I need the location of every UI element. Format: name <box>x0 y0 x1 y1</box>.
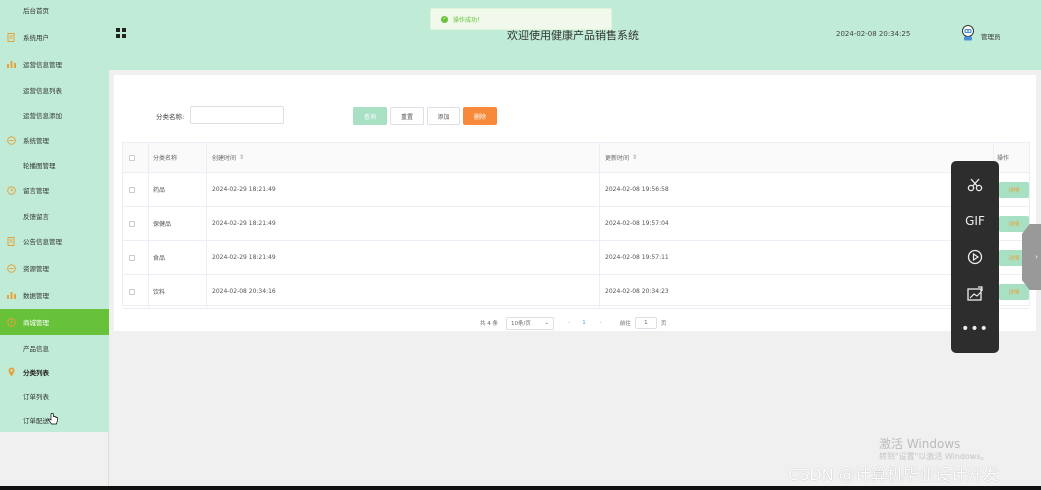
delete-button[interactable]: 删除 <box>463 107 497 125</box>
sidebar-item-operations-list[interactable]: 运营信息列表 <box>0 78 109 102</box>
cell-name: 饮料 <box>153 289 166 296</box>
category-table: 分类名称 创建时间 ⇕ 更新时间 ⇕ 操作 药品 2024-02-29 18:21:… <box>122 142 1030 309</box>
sidebar-item-carousel[interactable]: 轮播图管理 <box>0 153 109 177</box>
gif-icon[interactable]: GIF <box>951 203 999 239</box>
table-row: 食品 2024-02-29 18:21:49 2024-02-08 19:57:… <box>123 241 1029 275</box>
avatar[interactable] <box>961 25 975 41</box>
goto-label: 前往 <box>619 321 631 327</box>
sidebar-item-system-management[interactable]: 系统管理 <box>0 128 109 152</box>
goto-suffix: 页 <box>660 321 667 327</box>
cell-name: 保健品 <box>153 221 172 228</box>
search-label: 分类名称: <box>156 113 185 121</box>
sidebar-item-feedback[interactable]: 反馈留言 <box>0 204 109 228</box>
doc-icon <box>6 236 16 246</box>
row-checkbox[interactable] <box>129 275 135 308</box>
cell-updated: 2024-02-08 19:56:58 <box>605 186 669 193</box>
clock-icon <box>6 185 16 195</box>
sidebar-footer <box>0 432 109 486</box>
reset-button[interactable]: 重置 <box>390 107 424 125</box>
row-checkbox[interactable] <box>129 173 135 206</box>
check-icon: ✓ <box>441 15 448 23</box>
floating-toolbar: GIF ••• <box>951 161 999 353</box>
clock-icon <box>6 317 16 327</box>
detail-button[interactable]: 详情 <box>999 181 1029 198</box>
detail-button[interactable]: 详情 <box>999 215 1029 232</box>
hand-cursor-icon <box>48 413 58 427</box>
scissors-icon[interactable] <box>951 167 999 203</box>
sort-icon: ⇕ <box>239 154 245 161</box>
main-area: 分类名称: 查询 重置 添加 删除 分类名称 创建时间 ⇕ 更新时间 ⇕ 操作 药品 <box>109 70 1041 336</box>
success-toast: ✓ 操作成功！ <box>430 8 612 30</box>
pagination-total: 共 4 条 <box>480 321 498 327</box>
chat-icon <box>6 263 16 273</box>
goto-page-input[interactable]: 1 <box>634 317 657 329</box>
sidebar-item-system-users[interactable]: 系统用户 <box>0 25 109 49</box>
table-row: 保健品 2024-02-29 18:21:49 2024-02-08 19:57… <box>123 207 1029 241</box>
table-row: 饮料 2024-02-08 20:34:16 2024-02-08 20:34:… <box>123 275 1029 309</box>
cell-created: 2024-02-29 18:21:49 <box>212 220 276 227</box>
cell-updated: 2024-02-08 20:34:23 <box>605 288 669 295</box>
bottom-bar <box>0 486 1041 490</box>
col-header-updated[interactable]: 更新时间 ⇕ <box>605 143 637 172</box>
detail-button[interactable]: 详情 <box>999 283 1029 300</box>
cell-created: 2024-02-29 18:21:49 <box>212 254 276 261</box>
sidebar-item-home[interactable]: 后台首页 <box>0 0 109 22</box>
prev-page-icon[interactable]: ‹ <box>568 320 570 326</box>
sidebar-item-resources[interactable]: 资源管理 <box>0 256 109 280</box>
cell-updated: 2024-02-08 19:57:11 <box>605 254 669 261</box>
sidebar-item-mall[interactable]: 商城管理 <box>0 309 109 335</box>
more-icon[interactable]: ••• <box>951 311 999 347</box>
menu-grid-icon[interactable] <box>116 28 126 38</box>
sidebar-item-messages[interactable]: 留言管理 <box>0 178 109 202</box>
chart-icon <box>6 290 16 300</box>
admin-name[interactable]: 管理员 <box>981 31 1001 41</box>
content-panel: 分类名称: 查询 重置 添加 删除 分类名称 创建时间 ⇕ 更新时间 ⇕ 操作 药品 <box>114 75 1036 331</box>
sidebar: 后台首页 系统用户 运营信息管理 运营信息列表 运营信息添加 系统管理 轮播图管… <box>0 0 109 432</box>
image-icon[interactable] <box>951 275 999 311</box>
chart-icon <box>6 59 16 69</box>
sidebar-item-products[interactable]: 产品信息 <box>0 336 109 360</box>
query-button[interactable]: 查询 <box>353 107 387 125</box>
row-checkbox[interactable] <box>129 241 135 274</box>
table-row: 药品 2024-02-29 18:21:49 2024-02-08 19:56:… <box>123 173 1029 207</box>
csdn-watermark: CSDN @计算机毕业设计开发 <box>788 465 999 484</box>
record-icon[interactable] <box>951 239 999 275</box>
cell-created: 2024-02-08 20:34:16 <box>212 288 276 295</box>
doc-icon <box>6 32 16 42</box>
sidebar-item-announcements[interactable]: 公告信息管理 <box>0 229 109 253</box>
windows-watermark: 激活 Windows <box>879 437 961 451</box>
sidebar-item-orders[interactable]: 订单列表 <box>0 384 109 408</box>
add-button[interactable]: 添加 <box>427 107 460 125</box>
sort-icon: ⇕ <box>632 154 638 161</box>
next-page-icon[interactable]: › <box>600 320 602 326</box>
sidebar-item-data[interactable]: 数据管理 <box>0 283 109 307</box>
sidebar-item-operations-add[interactable]: 运营信息添加 <box>0 103 109 127</box>
chat-icon <box>6 135 16 145</box>
select-all-checkbox[interactable] <box>129 143 135 172</box>
page-number[interactable]: 1 <box>582 320 586 326</box>
table-header: 分类名称 创建时间 ⇕ 更新时间 ⇕ 操作 <box>123 143 1029 173</box>
col-header-created[interactable]: 创建时间 ⇕ <box>212 143 244 172</box>
sidebar-item-categories[interactable]: 分类列表 <box>0 360 109 384</box>
row-checkbox[interactable] <box>129 207 135 240</box>
pin-icon <box>6 367 16 377</box>
sidebar-item-operations[interactable]: 运营信息管理 <box>0 52 109 76</box>
chevron-down-icon: ⌄ <box>544 320 549 326</box>
expand-panel-chevron-icon[interactable]: › <box>1022 224 1041 290</box>
category-name-input[interactable] <box>190 106 284 124</box>
cell-name: 食品 <box>153 255 166 262</box>
header-datetime: 2024-02-08 20:34:25 <box>836 30 911 38</box>
page-size-select[interactable]: 10条/页 ⌄ <box>506 316 554 330</box>
cell-created: 2024-02-29 18:21:49 <box>212 186 276 193</box>
pagination: 共 4 条 10条/页 ⌄ ‹ 1 › 前往 1 页 <box>480 316 666 330</box>
col-header-name: 分类名称 <box>153 155 178 162</box>
cell-name: 药品 <box>153 187 166 194</box>
cell-updated: 2024-02-08 19:57:04 <box>605 220 669 227</box>
